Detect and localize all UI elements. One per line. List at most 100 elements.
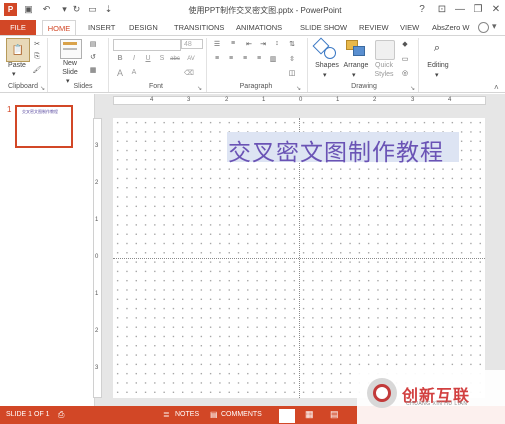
user-avatar-icon[interactable] [478,22,489,33]
normal-view-icon[interactable] [279,409,295,423]
thumbnail-number: 1 [7,105,12,114]
spell-check-icon[interactable]: ⎙ [58,410,64,420]
customize-qat-icon[interactable]: ⇣ [102,3,115,16]
ruler-tick-label: 1 [262,97,266,103]
align-left-icon[interactable]: ≡ [212,54,222,63]
new-slide-label-1[interactable]: New [56,60,84,67]
shape-outline-icon[interactable]: ▭ [400,54,410,63]
reset-icon[interactable]: ↺ [88,52,98,61]
watermark-logo-icon [367,378,397,408]
text-direction-icon[interactable]: ⇅ [287,39,297,48]
restore-button[interactable]: ❐ [470,2,486,16]
decrease-indent-icon[interactable]: ⇤ [244,39,254,48]
shape-effects-icon[interactable]: ◎ [400,68,410,77]
separator [418,38,419,92]
tab-home[interactable]: HOME [42,20,76,35]
comments-icon[interactable]: ▤ [210,410,218,419]
reading-view-icon[interactable]: ▤ [330,409,339,420]
start-slideshow-icon[interactable]: ▭ [86,3,99,16]
redo-icon[interactable]: ↻ [70,3,83,16]
paragraph-launcher-icon[interactable]: ↘ [296,85,301,92]
columns-icon[interactable]: ▥ [268,54,278,63]
user-dropdown-icon[interactable]: ▾ [492,21,497,32]
ruler-tick-label: 1 [95,217,99,223]
line-spacing-icon[interactable]: ↕ [272,39,282,48]
shape-fill-icon[interactable]: ◆ [400,39,410,48]
quick-styles-icon[interactable] [375,40,395,60]
tab-view[interactable]: VIEW [396,20,423,35]
bullets-icon[interactable]: ☰ [212,39,222,48]
close-button[interactable]: ✕ [488,2,504,16]
character-spacing-button[interactable]: AV [186,54,196,63]
tab-design[interactable]: DESIGN [125,20,162,35]
minimize-button[interactable]: — [452,2,468,16]
clipboard-launcher-icon[interactable]: ↘ [40,85,45,92]
ribbon-display-options-button[interactable]: ⊡ [434,2,450,16]
font-size-box[interactable]: 48 [181,39,203,49]
editing-label[interactable]: Editing [422,62,454,69]
underline-button[interactable]: U [143,54,153,63]
ruler-tick-label: 3 [187,97,191,103]
increase-indent-icon[interactable]: ⇥ [258,39,268,48]
shapes-label[interactable]: Shapes [312,62,342,69]
collapse-ribbon-icon[interactable]: ˄ [494,83,499,92]
quick-styles-label-1[interactable]: Quick [372,62,396,69]
align-right-icon[interactable]: ≡ [240,54,250,63]
shapes-icon[interactable] [312,37,336,59]
slide-canvas[interactable]: 交叉密文图制作教程 [113,118,485,398]
copy-icon[interactable]: ⎘ [32,52,42,61]
slide-title-text[interactable]: 交叉密文图制作教程 [228,133,444,167]
strikethrough-button[interactable]: abc [170,54,180,63]
cut-icon[interactable]: ✂ [32,39,42,48]
align-center-icon[interactable]: ≡ [226,54,236,63]
justify-icon[interactable]: ≡ [254,54,264,63]
font-group-label: Font [148,83,163,90]
slide-sorter-icon[interactable]: ▦ [305,409,314,420]
save-icon[interactable]: ▣ [22,3,35,16]
clear-formatting-icon[interactable]: ⌫ [184,68,194,77]
binoculars-icon[interactable]: ⌕ [429,40,445,56]
numbering-icon[interactable]: ≡ [228,39,238,48]
user-name[interactable]: AbsZero W [428,20,474,35]
paragraph-group-label: Paragraph [239,83,273,90]
italic-button[interactable]: I [129,54,139,63]
align-text-icon[interactable]: ⇳ [287,54,297,63]
comments-button[interactable]: COMMENTS [221,411,262,418]
paste-label[interactable]: Paste [5,62,29,69]
arrange-icon[interactable] [346,40,366,58]
paste-icon[interactable]: 📋 [6,38,30,62]
font-color-button[interactable]: A [115,68,125,78]
font-launcher-icon[interactable]: ↘ [197,85,202,92]
tab-slide-show[interactable]: SLIDE SHOW [296,20,351,35]
paste-dropdown-icon[interactable]: ▾ [12,70,16,78]
new-slide-label-2[interactable]: Slide [56,69,84,76]
new-slide-icon[interactable] [60,39,82,59]
horizontal-guide[interactable] [113,258,485,259]
notes-icon[interactable]: ≣ [163,410,170,419]
undo-icon[interactable]: ↶ [40,3,53,16]
tab-transitions[interactable]: TRANSITIONS [170,20,228,35]
vertical-ruler[interactable]: 3 2 1 0 1 2 3 [93,118,102,398]
horizontal-ruler[interactable]: 4 3 2 1 0 1 2 3 4 [113,96,486,105]
editing-dropdown-icon[interactable]: ▾ [435,71,439,79]
tab-animations[interactable]: ANIMATIONS [232,20,286,35]
bold-button[interactable]: B [115,54,125,63]
drawing-launcher-icon[interactable]: ↘ [410,85,415,92]
tab-insert[interactable]: INSERT [84,20,119,35]
quick-styles-label-2[interactable]: Styles [372,71,396,78]
font-name-box[interactable] [113,39,181,51]
arrange-label[interactable]: Arrange [340,62,372,69]
help-button[interactable]: ? [414,2,430,16]
smartart-icon[interactable]: ◫ [287,68,297,77]
tab-file[interactable]: FILE [0,20,36,35]
change-case-button[interactable]: A [129,68,139,77]
tab-review[interactable]: REVIEW [355,20,393,35]
layout-icon[interactable]: ▤ [88,39,98,48]
shadow-button[interactable]: S [157,54,167,63]
notes-button[interactable]: NOTES [175,411,199,418]
watermark-subtext: CHUANG XIN HU LIAN [406,401,468,407]
format-painter-icon[interactable]: 🖌 [32,65,42,74]
shapes-dropdown-icon[interactable]: ▾ [323,71,327,79]
section-icon[interactable]: ▦ [88,65,98,74]
arrange-dropdown-icon[interactable]: ▾ [352,71,356,79]
